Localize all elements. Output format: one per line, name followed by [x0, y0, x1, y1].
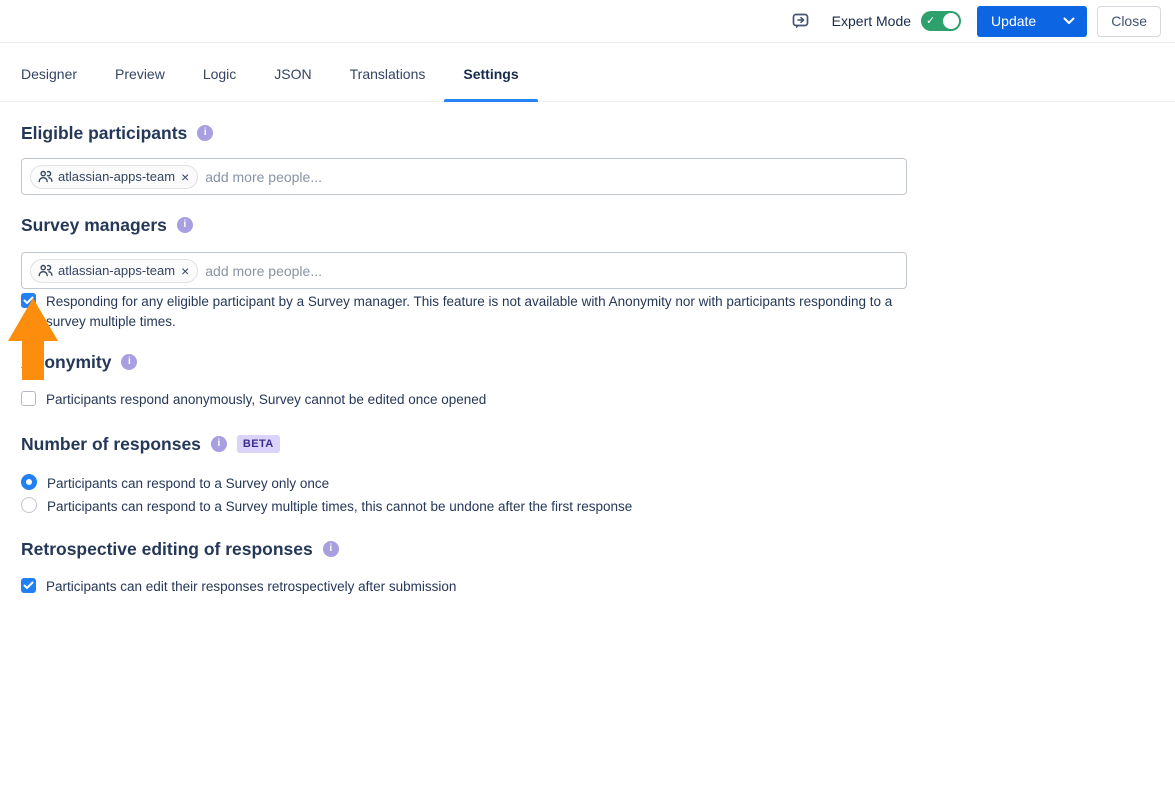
info-icon[interactable]: i: [323, 541, 339, 557]
tab-preview[interactable]: Preview: [96, 43, 184, 101]
top-toolbar: Expert Mode ✓ Update Close: [0, 0, 1175, 43]
tag-label: atlassian-apps-team: [58, 169, 175, 184]
info-icon[interactable]: i: [177, 217, 193, 233]
managers-team-tag: atlassian-apps-team ×: [30, 259, 198, 283]
retrospective-editing-heading: Retrospective editing of responses i: [21, 538, 1154, 560]
number-of-responses-title: Number of responses: [21, 433, 201, 455]
update-button[interactable]: Update: [977, 6, 1050, 37]
anonymity-title: Anonymity: [21, 351, 111, 373]
survey-managers-input[interactable]: atlassian-apps-team × add more people...: [21, 252, 907, 289]
respond-once-label: Participants can respond to a Survey onl…: [47, 474, 329, 494]
tab-logic[interactable]: Logic: [184, 43, 255, 101]
chevron-down-icon: [1063, 17, 1075, 25]
update-dropdown-button[interactable]: [1051, 6, 1087, 37]
group-people-icon: [38, 170, 53, 183]
proxy-responding-row: Responding for any eligible participant …: [21, 292, 1154, 331]
tab-translations[interactable]: Translations: [331, 43, 445, 101]
number-of-responses-heading: Number of responses i BETA: [21, 433, 1154, 455]
proxy-responding-label: Responding for any eligible participant …: [46, 292, 898, 331]
respond-multiple-label: Participants can respond to a Survey mul…: [47, 497, 632, 517]
eligible-team-tag: atlassian-apps-team ×: [30, 165, 198, 189]
toggle-check-icon: ✓: [926, 14, 935, 28]
add-people-placeholder: add more people...: [205, 263, 322, 279]
anonymity-heading: Anonymity i: [21, 351, 1154, 373]
tag-label: atlassian-apps-team: [58, 263, 175, 278]
retrospective-editing-title: Retrospective editing of responses: [21, 538, 313, 560]
tab-designer[interactable]: Designer: [2, 43, 96, 101]
toggle-knob: [943, 13, 959, 29]
eligible-participants-title: Eligible participants: [21, 122, 187, 144]
tab-json[interactable]: JSON: [255, 43, 330, 101]
expert-mode-label: Expert Mode: [832, 13, 911, 29]
respond-multiple-row: Participants can respond to a Survey mul…: [21, 497, 1154, 517]
info-icon[interactable]: i: [211, 436, 227, 452]
remove-tag-icon[interactable]: ×: [181, 170, 189, 184]
editor-tabbar: Designer Preview Logic JSON Translations…: [0, 43, 1175, 102]
survey-managers-title: Survey managers: [21, 214, 167, 236]
survey-managers-heading: Survey managers i: [21, 214, 1154, 236]
retro-edit-checkbox[interactable]: [21, 578, 36, 593]
respond-once-row: Participants can respond to a Survey onl…: [21, 474, 1154, 494]
retro-edit-row: Participants can edit their responses re…: [21, 577, 1154, 597]
feedback-bubble-icon: [791, 11, 811, 31]
settings-content: Eligible participants i atlassian-apps-t…: [0, 102, 1175, 596]
tab-settings[interactable]: Settings: [444, 43, 537, 101]
beta-badge: BETA: [237, 435, 280, 453]
expert-mode-toggle[interactable]: ✓: [921, 11, 961, 31]
eligible-participants-input[interactable]: atlassian-apps-team × add more people...: [21, 158, 907, 195]
close-button[interactable]: Close: [1097, 6, 1161, 37]
retro-edit-label: Participants can edit their responses re…: [46, 577, 456, 597]
group-people-icon: [38, 264, 53, 277]
feedback-icon[interactable]: [786, 6, 816, 36]
anonymity-checkbox[interactable]: [21, 391, 36, 406]
checkmark-icon: [23, 581, 34, 590]
remove-tag-icon[interactable]: ×: [181, 264, 189, 278]
update-split-button[interactable]: Update: [977, 6, 1087, 37]
anonymity-row: Participants respond anonymously, Survey…: [21, 390, 1154, 410]
respond-once-radio[interactable]: [21, 474, 37, 490]
anonymity-label: Participants respond anonymously, Survey…: [46, 390, 486, 410]
info-icon[interactable]: i: [121, 354, 137, 370]
info-icon[interactable]: i: [197, 125, 213, 141]
eligible-participants-heading: Eligible participants i: [21, 122, 1154, 144]
add-people-placeholder: add more people...: [205, 169, 322, 185]
respond-multiple-radio[interactable]: [21, 497, 37, 513]
survey-settings-page: Expert Mode ✓ Update Close Designer Prev…: [0, 0, 1175, 806]
checkmark-icon: [23, 296, 34, 305]
proxy-responding-checkbox[interactable]: [21, 293, 36, 308]
